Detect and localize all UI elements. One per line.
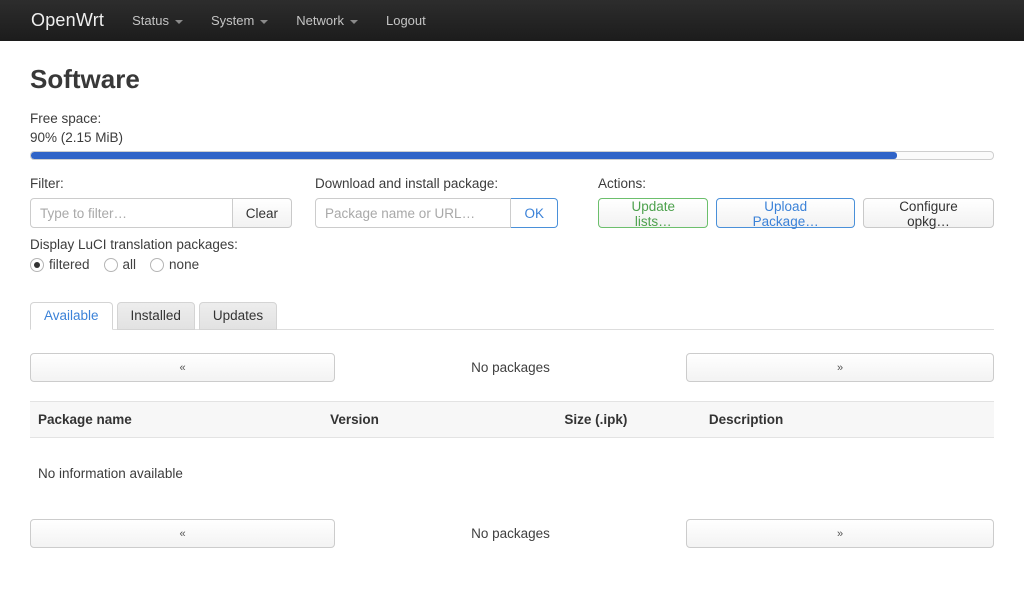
table-empty-message: No information available xyxy=(30,438,994,481)
free-space-section: Free space: 90% (2.15 MiB) xyxy=(30,111,994,160)
pager-status: No packages xyxy=(335,526,686,541)
download-label: Download and install package: xyxy=(315,176,558,191)
nav-item-label: Logout xyxy=(386,13,426,28)
nav-item-label: System xyxy=(211,13,254,28)
pager-top: « No packages » xyxy=(30,353,994,382)
pager-bottom: « No packages » xyxy=(30,519,994,548)
translation-label: Display LuCI translation packages: xyxy=(30,237,994,252)
pager-status: No packages xyxy=(335,360,686,375)
nav-item-logout[interactable]: Logout xyxy=(372,0,440,41)
clear-filter-button[interactable]: Clear xyxy=(233,198,292,228)
main-content: Software Free space: 90% (2.15 MiB) Filt… xyxy=(0,64,1024,548)
ok-button[interactable]: OK xyxy=(511,198,558,228)
chevron-down-icon xyxy=(175,20,183,24)
configure-opkg-button[interactable]: Configure opkg… xyxy=(863,198,994,228)
radio-all[interactable] xyxy=(104,258,118,272)
column-header-description: Description xyxy=(701,402,994,438)
nav-item-system[interactable]: System xyxy=(197,0,282,41)
radio-none[interactable] xyxy=(150,258,164,272)
radio-option-filtered[interactable]: filtered xyxy=(30,257,90,272)
next-page-button[interactable]: » xyxy=(686,353,994,382)
radio-label: all xyxy=(123,257,137,272)
nav-item-label: Status xyxy=(132,13,169,28)
nav-item-label: Network xyxy=(296,13,344,28)
column-header-version: Version xyxy=(322,402,556,438)
page-title: Software xyxy=(30,64,994,95)
column-header-size: Size (.ipk) xyxy=(556,402,701,438)
tab-installed[interactable]: Installed xyxy=(117,302,195,330)
tab-available[interactable]: Available xyxy=(30,302,113,330)
download-section: Download and install package: OK xyxy=(315,176,558,228)
radio-label: filtered xyxy=(49,257,90,272)
brand-logo[interactable]: OpenWrt xyxy=(31,10,104,31)
prev-page-button[interactable]: « xyxy=(30,353,335,382)
actions-label: Actions: xyxy=(598,176,994,191)
radio-filtered[interactable] xyxy=(30,258,44,272)
update-lists-button[interactable]: Update lists… xyxy=(598,198,708,228)
tab-updates[interactable]: Updates xyxy=(199,302,277,330)
chevron-down-icon xyxy=(260,20,268,24)
chevron-down-icon xyxy=(350,20,358,24)
nav-item-status[interactable]: Status xyxy=(118,0,197,41)
filter-input[interactable] xyxy=(30,198,233,228)
free-space-progress-fill xyxy=(31,152,897,159)
filter-section: Filter: Clear xyxy=(30,176,292,228)
controls-row: Filter: Clear Download and install packa… xyxy=(30,176,994,228)
translation-section: Display LuCI translation packages: filte… xyxy=(30,237,994,272)
package-table: Package name Version Size (.ipk) Descrip… xyxy=(30,401,994,438)
upload-package-button[interactable]: Upload Package… xyxy=(716,198,854,228)
free-space-label: Free space: xyxy=(30,111,994,126)
prev-page-button[interactable]: « xyxy=(30,519,335,548)
radio-option-all[interactable]: all xyxy=(104,257,137,272)
table-header-row: Package name Version Size (.ipk) Descrip… xyxy=(30,402,994,438)
package-url-input[interactable] xyxy=(315,198,511,228)
nav-item-network[interactable]: Network xyxy=(282,0,372,41)
package-tabs: Available Installed Updates xyxy=(30,301,994,330)
free-space-progressbar xyxy=(30,151,994,160)
radio-label: none xyxy=(169,257,199,272)
free-space-value: 90% (2.15 MiB) xyxy=(30,130,994,145)
next-page-button[interactable]: » xyxy=(686,519,994,548)
actions-section: Actions: Update lists… Upload Package… C… xyxy=(598,176,994,228)
filter-label: Filter: xyxy=(30,176,292,191)
radio-option-none[interactable]: none xyxy=(150,257,199,272)
top-navbar: OpenWrt Status System Network Logout xyxy=(0,0,1024,41)
column-header-package-name: Package name xyxy=(30,402,322,438)
